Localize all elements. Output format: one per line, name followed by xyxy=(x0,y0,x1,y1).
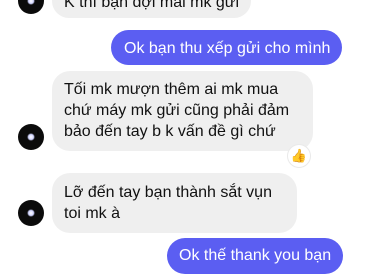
thumbs-up-icon[interactable]: 👍 xyxy=(288,145,310,167)
message-text-line: Tối mk mượn thêm ai mk mua xyxy=(64,81,279,98)
message-text: Ok thế thank you bạn xyxy=(179,247,332,264)
message-text: K thì bạn đợi mai mk gửi xyxy=(64,0,240,11)
avatar[interactable] xyxy=(18,0,44,14)
message-text-line: toi mk à xyxy=(64,205,121,222)
avatar-icon xyxy=(27,0,35,5)
avatar[interactable] xyxy=(18,200,44,226)
message-bubble-outgoing[interactable]: Ok thế thank you bạn xyxy=(167,238,344,274)
message-bubble-incoming[interactable]: Tối mk mượn thêm ai mk mua chứ máy mk gử… xyxy=(52,71,313,151)
avatar-icon xyxy=(27,209,35,217)
message-text-line: chứ máy mk gửi cũng phải đảm xyxy=(64,102,290,119)
avatar-icon xyxy=(27,133,35,141)
message-text: Ok bạn thu xếp gửi cho mình xyxy=(124,40,331,57)
message-text-line: bảo đến tay b k vấn đề gì chứ xyxy=(64,123,276,140)
message-bubble-incoming[interactable]: Lỡ đến tay bạn thành sắt vụn toi mk à xyxy=(52,173,297,233)
message-bubble-incoming[interactable]: K thì bạn đợi mai mk gửi xyxy=(52,0,252,18)
message-text-line: Lỡ đến tay bạn thành sắt vụn xyxy=(64,184,272,201)
message-bubble-outgoing[interactable]: Ok bạn thu xếp gửi cho mình xyxy=(111,30,343,65)
avatar[interactable] xyxy=(18,124,44,150)
